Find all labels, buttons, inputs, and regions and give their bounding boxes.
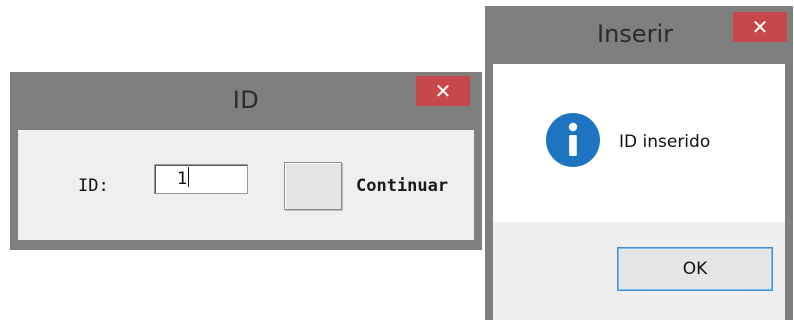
continue-button[interactable] xyxy=(284,162,342,210)
info-icon xyxy=(546,113,600,167)
id-window-client: ID: 1 Continuar xyxy=(18,130,474,240)
ok-button[interactable]: OK xyxy=(617,247,773,291)
text-caret xyxy=(188,167,190,187)
dialog-message-area: ID inserido xyxy=(493,64,785,222)
id-window-close-button[interactable]: ✕ xyxy=(416,76,470,106)
inserir-dialog: Inserir ✕ ID inserido OK xyxy=(485,6,793,320)
id-window-titlebar[interactable]: ID xyxy=(10,72,482,130)
dialog-message: ID inserido xyxy=(619,132,711,152)
continue-label: Continuar xyxy=(356,176,449,196)
id-window: ID ✕ ID: 1 Continuar xyxy=(10,72,482,250)
id-label: ID: xyxy=(78,176,109,196)
dialog-footer: OK xyxy=(493,222,785,320)
id-window-title: ID xyxy=(232,86,260,114)
close-icon: ✕ xyxy=(751,15,769,39)
id-input[interactable]: 1 xyxy=(154,164,248,194)
id-input-value: 1 xyxy=(177,169,188,189)
inserir-dialog-close-button[interactable]: ✕ xyxy=(733,12,787,42)
close-icon: ✕ xyxy=(434,79,452,103)
